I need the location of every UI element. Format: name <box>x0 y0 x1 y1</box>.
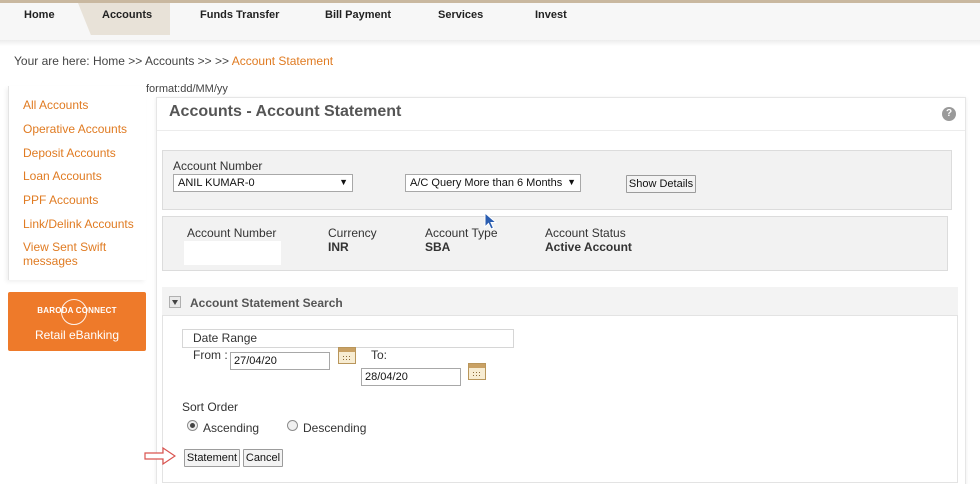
show-details-button[interactable]: Show Details <box>626 175 696 193</box>
sidebar-item-loan-accounts[interactable]: Loan Accounts <box>23 169 102 183</box>
mouse-cursor-icon <box>484 212 498 230</box>
sidebar-item-view-sent-swift-line2[interactable]: messages <box>23 254 78 268</box>
sidebar-item-deposit-accounts[interactable]: Deposit Accounts <box>23 146 116 160</box>
help-icon[interactable]: ? <box>942 107 956 121</box>
ascending-radio[interactable] <box>187 420 198 431</box>
page-title: Accounts - Account Statement <box>169 103 402 120</box>
dropdown-arrow-icon: ▼ <box>567 177 576 187</box>
account-number-value: ANIL KUMAR-0 <box>178 177 255 189</box>
sidebar: All Accounts Operative Accounts Deposit … <box>8 86 146 280</box>
currency-value: INR <box>328 240 349 254</box>
dropdown-arrow-icon: ▼ <box>339 177 348 187</box>
promo-subtitle: Retail eBanking <box>34 328 120 342</box>
from-label: From : <box>193 348 228 362</box>
date-format-note: format:dd/MM/yy <box>146 83 228 95</box>
sidebar-item-operative-accounts[interactable]: Operative Accounts <box>23 122 127 136</box>
to-calendar-icon[interactable] <box>468 363 486 380</box>
tab-home[interactable]: Home <box>24 9 55 21</box>
account-status-value: Active Account <box>545 240 632 254</box>
tab-services[interactable]: Services <box>438 9 483 21</box>
pointer-arrow-icon <box>144 447 176 465</box>
tab-funds-transfer[interactable]: Funds Transfer <box>200 9 279 21</box>
sort-order-label: Sort Order <box>182 400 239 414</box>
account-status-label: Account Status <box>545 226 626 240</box>
descending-label[interactable]: Descending <box>303 421 366 435</box>
sidebar-item-view-sent-swift[interactable]: View Sent Swift <box>23 240 106 254</box>
account-type-value: SBA <box>425 240 451 254</box>
nav-shadow <box>0 40 980 46</box>
collapse-toggle-icon[interactable] <box>169 296 181 308</box>
statement-search-title: Account Statement Search <box>190 296 343 310</box>
sidebar-item-link-delink-accounts[interactable]: Link/Delink Accounts <box>23 217 134 231</box>
cancel-button[interactable]: Cancel <box>243 449 283 467</box>
account-number-select[interactable]: ANIL KUMAR-0 ▼ <box>173 174 353 192</box>
from-date-input[interactable]: 27/04/20 <box>230 352 330 370</box>
ascending-label[interactable]: Ascending <box>203 421 259 435</box>
breadcrumb: Your are here: Home >> Accounts >> >> Ac… <box>14 54 333 68</box>
query-period-select[interactable]: A/C Query More than 6 Months ▼ <box>405 174 581 192</box>
tab-accounts[interactable]: Accounts <box>102 9 152 21</box>
tab-invest[interactable]: Invest <box>535 9 567 21</box>
breadcrumb-path: Your are here: Home >> Accounts >> >> <box>14 54 232 68</box>
tab-bill-payment[interactable]: Bill Payment <box>325 9 391 21</box>
breadcrumb-current: Account Statement <box>231 54 334 68</box>
baroda-connect-banner[interactable]: BARODA CONNECT Retail eBanking <box>8 292 146 351</box>
sidebar-item-ppf-accounts[interactable]: PPF Accounts <box>23 193 98 207</box>
sidebar-item-all-accounts[interactable]: All Accounts <box>23 98 88 112</box>
query-period-value: A/C Query More than 6 Months <box>410 177 563 189</box>
top-nav: Home Accounts Funds Transfer Bill Paymen… <box>0 0 980 40</box>
account-number-label: Account Number <box>173 159 263 173</box>
to-date-input[interactable]: 28/04/20 <box>361 368 461 386</box>
promo-brand: BARODA CONNECT <box>37 306 117 315</box>
info-account-number-label: Account Number <box>187 226 277 240</box>
statement-button[interactable]: Statement <box>184 449 240 467</box>
from-calendar-icon[interactable] <box>338 347 356 364</box>
masked-account-number <box>184 241 281 265</box>
descending-radio[interactable] <box>287 420 298 431</box>
to-label: To: <box>371 348 388 362</box>
date-range-label: Date Range <box>193 331 258 345</box>
currency-label: Currency <box>328 226 377 240</box>
title-divider <box>157 130 965 131</box>
